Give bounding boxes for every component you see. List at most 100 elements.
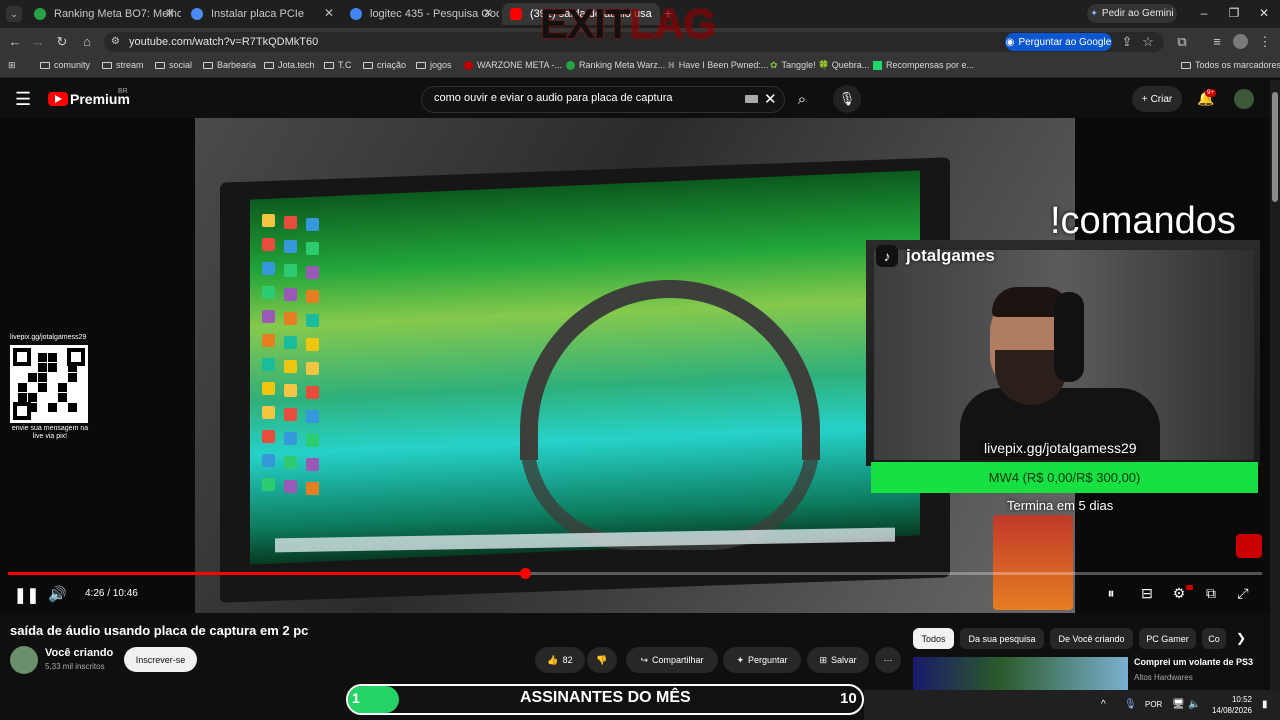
minimize-icon[interactable]: – bbox=[1194, 6, 1214, 20]
tab-ranking-meta[interactable]: Ranking Meta BO7: Melhores C ✕ bbox=[26, 3, 181, 25]
bookmark-folder-social[interactable]: social bbox=[155, 60, 192, 70]
qr-code bbox=[10, 345, 88, 423]
pause-icon[interactable]: ❚❚ bbox=[14, 586, 39, 604]
recommendation-thumbnail[interactable] bbox=[913, 657, 1128, 690]
reload-icon[interactable]: ↻ bbox=[54, 34, 70, 50]
more-actions-icon[interactable]: ⋯ bbox=[875, 647, 901, 673]
all-bookmarks-folder[interactable]: Todos os marcadores bbox=[1181, 60, 1280, 70]
site-info-icon[interactable]: ⚙ bbox=[111, 36, 120, 47]
bookmark-label: comunity bbox=[54, 60, 91, 70]
bookmark-star-icon[interactable]: ☆ bbox=[1140, 34, 1156, 50]
bookmark-folder-stream[interactable]: stream bbox=[102, 60, 144, 70]
back-icon[interactable]: ← bbox=[7, 34, 23, 49]
notification-badge: 9+ bbox=[1205, 89, 1216, 97]
speaker-icon[interactable]: 🔈 bbox=[1188, 699, 1200, 710]
browser-menu-icon[interactable]: ⋮ bbox=[1257, 34, 1273, 50]
tab-title: Ranking Meta BO7: Melhores C bbox=[54, 8, 181, 20]
bookmark-ranking-meta[interactable]: Ranking Meta Warz... bbox=[566, 60, 665, 70]
bookmark-folder-criacao[interactable]: criação bbox=[363, 60, 406, 70]
folder-icon bbox=[155, 61, 165, 69]
keyboard-icon[interactable] bbox=[745, 95, 758, 103]
bookmark-label: Jota.tech bbox=[278, 60, 315, 70]
ask-button[interactable]: ✦ Perguntar bbox=[723, 647, 801, 673]
bookmark-folder-jotatech[interactable]: Jota.tech bbox=[264, 60, 315, 70]
home-icon[interactable]: ⌂ bbox=[79, 34, 95, 49]
tab-instalar-placa[interactable]: Instalar placa PCIe ✕ bbox=[183, 3, 340, 25]
progress-scrubber[interactable] bbox=[519, 568, 531, 579]
create-button[interactable]: + Criar bbox=[1132, 86, 1182, 112]
dislike-button[interactable]: 👎 bbox=[587, 647, 617, 673]
bookmark-recompensas[interactable]: Recompensas por e... bbox=[873, 60, 974, 70]
recommendation-title[interactable]: Comprei um volante de PS3 bbox=[1134, 657, 1253, 667]
close-tab-icon[interactable]: ✕ bbox=[483, 6, 493, 20]
chip-de-voce-criando[interactable]: De Você criando bbox=[1050, 628, 1133, 649]
chip-more[interactable]: Co bbox=[1202, 628, 1226, 649]
channel-avatar[interactable] bbox=[10, 646, 38, 674]
install-app-icon[interactable]: ⇪ bbox=[1119, 34, 1135, 50]
voice-search-button[interactable]: 🎙 bbox=[833, 85, 861, 113]
clear-search-icon[interactable]: ✕ bbox=[764, 90, 777, 108]
input-language[interactable]: POR bbox=[1145, 700, 1162, 709]
extensions-icon[interactable]: ⧉ bbox=[1174, 34, 1190, 50]
share-button[interactable]: ↪ Compartilhar bbox=[626, 647, 718, 673]
tray-mic-icon[interactable]: 🎙 bbox=[1124, 699, 1137, 710]
subscribe-button[interactable]: Inscrever-se bbox=[124, 647, 197, 672]
search-input[interactable]: como ouvir e eviar o audio para placa de… bbox=[434, 92, 672, 104]
hamburger-menu-icon[interactable]: ☰ bbox=[15, 89, 31, 110]
save-button[interactable]: ⊞ Salvar bbox=[807, 647, 869, 673]
desktop-app-icon bbox=[284, 312, 297, 325]
bookmark-warzone-meta[interactable]: WARZONE META -... bbox=[464, 60, 562, 70]
close-tab-icon[interactable]: ✕ bbox=[165, 6, 175, 20]
qr-module bbox=[28, 373, 37, 382]
chip-pc-gamer[interactable]: PC Gamer bbox=[1139, 628, 1196, 649]
tab-logitec-search[interactable]: logitec 435 - Pesquisa Google ✕ bbox=[342, 3, 499, 25]
fullscreen-icon[interactable]: ⤢ bbox=[1233, 585, 1253, 602]
chip-todos[interactable]: Todos bbox=[913, 628, 954, 649]
recommendation-channel[interactable]: Altos Hardwares bbox=[1134, 673, 1193, 682]
chip-da-sua-pesquisa[interactable]: Da sua pesquisa bbox=[960, 628, 1044, 649]
url-text[interactable]: youtube.com/watch?v=R7TkQDMkT60 bbox=[129, 36, 318, 48]
profile-avatar[interactable] bbox=[1233, 34, 1248, 49]
bookmark-folder-tc[interactable]: T.C bbox=[324, 60, 352, 70]
bookmark-label: jogos bbox=[430, 60, 452, 70]
bookmark-folder-comunity[interactable]: comunity bbox=[40, 60, 90, 70]
forward-icon[interactable]: → bbox=[30, 34, 46, 49]
close-window-icon[interactable]: ✕ bbox=[1254, 6, 1274, 20]
plus-icon: + bbox=[1141, 93, 1148, 105]
bookmark-folder-barbearia[interactable]: Barbearia bbox=[203, 60, 256, 70]
volume-icon[interactable]: 🔊 bbox=[48, 585, 67, 603]
tab-search-chevron-icon[interactable]: ⌄ bbox=[6, 6, 22, 22]
bookmark-folder-jogos[interactable]: jogos bbox=[416, 60, 452, 70]
bookmark-tanggle[interactable]: ✿ Tanggle! 🍀 Quebra... bbox=[770, 60, 869, 71]
channel-name[interactable]: Você criando bbox=[45, 647, 113, 659]
search-button[interactable]: ⌕ bbox=[786, 86, 818, 113]
share-label: Compartilhar bbox=[652, 655, 704, 665]
notification-center-icon[interactable]: ▮ bbox=[1262, 699, 1268, 710]
restore-icon[interactable]: ❐ bbox=[1224, 6, 1244, 20]
qr-finder bbox=[13, 402, 31, 420]
tray-chevron-icon[interactable]: ^ bbox=[1101, 699, 1106, 710]
monthly-subs-label: ASSINANTES DO MÊS bbox=[520, 689, 691, 706]
monthly-subs-goal: 10 bbox=[840, 690, 857, 707]
miniplayer-icon[interactable]: ⧉ bbox=[1201, 585, 1221, 602]
scrollbar-thumb[interactable] bbox=[1272, 92, 1278, 202]
gemini-button[interactable]: ✦ Pedir ao Gemini bbox=[1087, 4, 1177, 23]
subtitles-icon[interactable]: ⊟ bbox=[1137, 585, 1157, 602]
like-button[interactable]: 👍 82 bbox=[535, 647, 585, 673]
user-avatar[interactable] bbox=[1234, 89, 1254, 109]
autoplay-toggle-icon[interactable]: ⏸ bbox=[1101, 585, 1121, 602]
chevron-right-icon[interactable]: ❯ bbox=[1236, 631, 1246, 645]
livepix-url: livepix.gg/jotalgamess29 bbox=[984, 440, 1137, 456]
apps-grid-icon[interactable]: ⊞ bbox=[8, 60, 16, 71]
network-icon[interactable]: 🖥 bbox=[1172, 699, 1185, 710]
gemini-sparkle-icon: ✦ bbox=[1090, 8, 1098, 18]
youtube-logo-icon[interactable] bbox=[48, 92, 68, 106]
bookmark-icon: ⊞ bbox=[819, 654, 828, 665]
clock[interactable]: 10:52 14/08/2026 bbox=[1210, 694, 1252, 716]
media-controls-icon[interactable]: ≡ bbox=[1209, 34, 1225, 49]
ask-google-button[interactable]: ◉ Perguntar ao Google bbox=[1005, 33, 1112, 51]
close-tab-icon[interactable]: ✕ bbox=[324, 6, 334, 20]
desktop-app-icon bbox=[262, 238, 275, 251]
bookmark-have-i-been-pwned[interactable]: ℍ Have I Been Pwned:... bbox=[668, 60, 768, 70]
desktop-app-icon bbox=[284, 216, 297, 229]
